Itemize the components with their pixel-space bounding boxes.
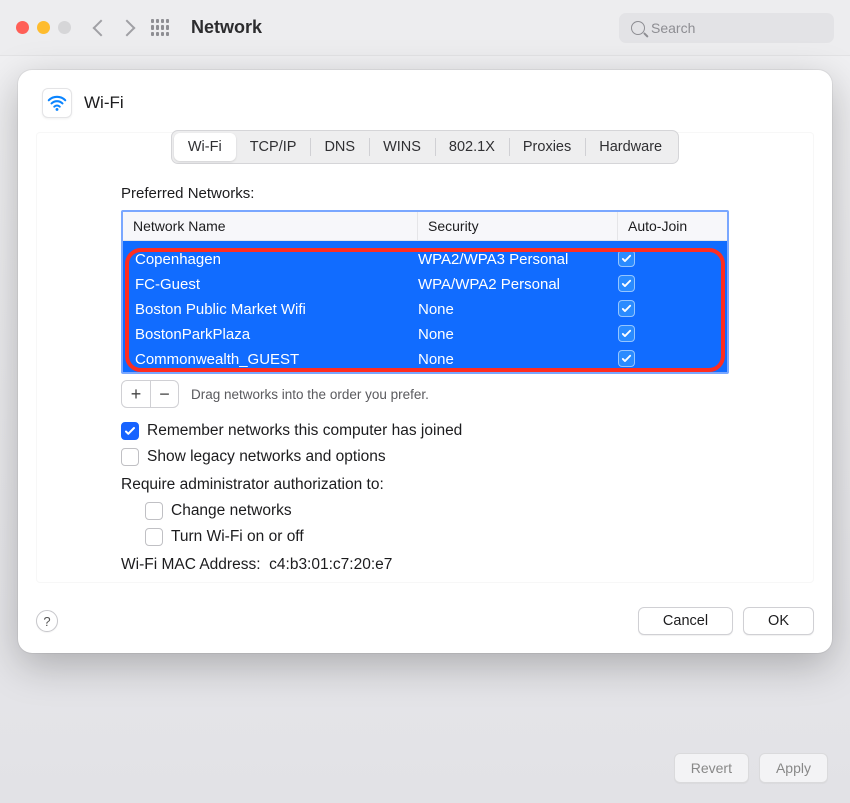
remember-row[interactable]: Remember networks this computer has join…: [121, 422, 729, 440]
autojoin-checkbox[interactable]: [618, 350, 635, 367]
search-placeholder: Search: [651, 20, 695, 36]
preferred-networks-label: Preferred Networks:: [121, 185, 729, 202]
mac-label: Wi-Fi MAC Address:: [121, 556, 261, 573]
search-field[interactable]: Search: [619, 13, 834, 43]
zoom-window-button[interactable]: [58, 21, 71, 34]
tab-wifi[interactable]: Wi-Fi: [174, 133, 236, 161]
tab-content: Preferred Networks: Network Name Securit…: [37, 167, 813, 582]
add-network-button[interactable]: +: [122, 381, 150, 407]
auth-change-checkbox[interactable]: [145, 502, 163, 520]
sheet-title: Wi-Fi: [84, 93, 124, 113]
cancel-button[interactable]: Cancel: [638, 607, 733, 635]
wifi-advanced-sheet: Wi-Fi Wi-Fi TCP/IP DNS WINS 802.1X Proxi…: [18, 70, 832, 653]
tab-bar: Wi-Fi TCP/IP DNS WINS 802.1X Proxies Har…: [37, 130, 813, 164]
forward-button[interactable]: [119, 19, 136, 36]
system-preferences-window: Network Search Revert Apply Wi-Fi Wi-Fi …: [0, 0, 850, 803]
col-autojoin[interactable]: Auto-Join: [618, 212, 727, 240]
network-security: WPA/WPA2 Personal: [418, 272, 618, 297]
col-network-name[interactable]: Network Name: [123, 212, 418, 240]
revert-button[interactable]: Revert: [674, 753, 749, 783]
network-name: FC-Guest: [123, 272, 418, 297]
col-security[interactable]: Security: [418, 212, 618, 240]
titlebar: Network Search: [0, 0, 850, 56]
minimize-window-button[interactable]: [37, 21, 50, 34]
tab-tcpip[interactable]: TCP/IP: [236, 133, 311, 161]
remove-network-button[interactable]: −: [150, 381, 178, 407]
network-row[interactable]: Commonwealth_GUEST None: [123, 347, 727, 372]
legacy-checkbox[interactable]: [121, 448, 139, 466]
network-name: Boston Public Market Wifi: [123, 297, 418, 322]
help-button[interactable]: ?: [36, 610, 58, 632]
autojoin-checkbox[interactable]: [618, 250, 635, 267]
network-name: Commonwealth_GUEST: [123, 347, 418, 372]
tab-8021x[interactable]: 802.1X: [435, 133, 509, 161]
show-all-button[interactable]: [151, 19, 169, 37]
tab-proxies[interactable]: Proxies: [509, 133, 585, 161]
wifi-icon: [42, 88, 72, 118]
auth-wifi-label: Turn Wi-Fi on or off: [171, 528, 304, 546]
auth-change-label: Change networks: [171, 502, 292, 520]
mac-address-row: Wi-Fi MAC Address: c4:b3:01:c7:20:e7: [121, 556, 729, 574]
tab-wins[interactable]: WINS: [369, 133, 435, 161]
network-security: None: [418, 297, 618, 322]
network-row[interactable]: Copenhagen WPA2/WPA3 Personal: [123, 247, 727, 272]
remember-label: Remember networks this computer has join…: [147, 422, 462, 440]
sheet-footer: ? Cancel OK: [36, 607, 814, 635]
network-row[interactable]: Boston Public Market Wifi None: [123, 297, 727, 322]
search-icon: [631, 21, 645, 35]
mac-value: c4:b3:01:c7:20:e7: [269, 556, 392, 573]
legacy-row[interactable]: Show legacy networks and options: [121, 448, 729, 466]
autojoin-checkbox[interactable]: [618, 325, 635, 342]
network-row[interactable]: BostonParkPlaza None: [123, 322, 727, 347]
auth-change-row[interactable]: Change networks: [145, 502, 729, 520]
ok-button[interactable]: OK: [743, 607, 814, 635]
window-controls: [16, 21, 71, 34]
sheet-header: Wi-Fi: [36, 88, 814, 118]
content-panel: Wi-Fi TCP/IP DNS WINS 802.1X Proxies Har…: [36, 132, 814, 583]
apply-button[interactable]: Apply: [759, 753, 828, 783]
list-body: Copenhagen WPA2/WPA3 Personal FC-Guest W…: [123, 241, 727, 372]
auth-wifi-row[interactable]: Turn Wi-Fi on or off: [145, 528, 729, 546]
tab-dns[interactable]: DNS: [310, 133, 369, 161]
back-button[interactable]: [93, 19, 110, 36]
network-row[interactable]: FC-Guest WPA/WPA2 Personal: [123, 272, 727, 297]
drag-hint: Drag networks into the order you prefer.: [191, 387, 429, 402]
network-name: BostonParkPlaza: [123, 322, 418, 347]
list-header: Network Name Security Auto-Join: [123, 212, 727, 241]
auth-wifi-checkbox[interactable]: [145, 528, 163, 546]
network-name: Copenhagen: [123, 247, 418, 272]
network-security: None: [418, 347, 618, 372]
network-security: None: [418, 322, 618, 347]
preferred-networks-list[interactable]: Network Name Security Auto-Join Copenhag…: [121, 210, 729, 374]
add-remove-group: + −: [121, 380, 179, 408]
close-window-button[interactable]: [16, 21, 29, 34]
background-footer: Revert Apply: [674, 753, 828, 783]
remember-checkbox[interactable]: [121, 422, 139, 440]
auth-label: Require administrator authorization to:: [121, 476, 729, 494]
add-remove-row: + − Drag networks into the order you pre…: [121, 380, 729, 408]
window-title: Network: [191, 17, 619, 38]
tab-hardware[interactable]: Hardware: [585, 133, 676, 161]
nav-arrows: [95, 22, 133, 34]
autojoin-checkbox[interactable]: [618, 300, 635, 317]
legacy-label: Show legacy networks and options: [147, 448, 386, 466]
autojoin-checkbox[interactable]: [618, 275, 635, 292]
network-security: WPA2/WPA3 Personal: [418, 247, 618, 272]
